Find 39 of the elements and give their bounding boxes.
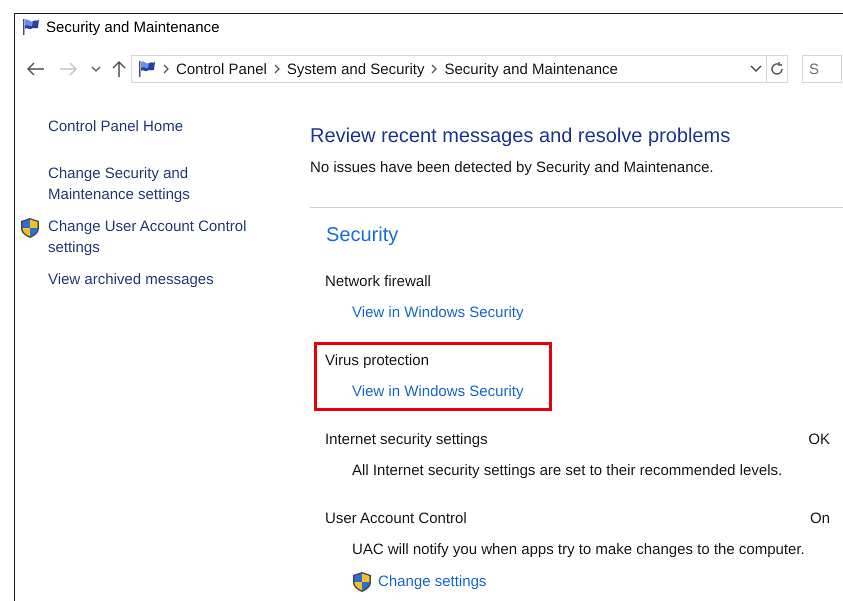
flag-icon (20, 18, 40, 36)
breadcrumb[interactable]: System and Security (286, 60, 424, 78)
item-description: UAC will notify you when apps try to make changes to the computer. (352, 540, 806, 560)
item-link[interactable]: Change settings (352, 571, 486, 593)
item-title: Virus protection (325, 351, 429, 371)
sidebar-link[interactable]: Change Security and Maintenance settings (15, 163, 310, 205)
section-title: Security (326, 223, 400, 248)
shield-icon (352, 571, 372, 593)
chevron-right-icon (272, 64, 281, 74)
chevron-down-icon (91, 66, 101, 72)
item-status: OK (808, 430, 830, 450)
sidebar-link[interactable]: Control Panel Home (15, 116, 310, 137)
chevron-right-icon (430, 64, 438, 74)
item-link[interactable]: View in Windows Security (352, 382, 524, 402)
sidebar-link[interactable]: Change User Account Control settings (15, 216, 310, 258)
item-title: User Account Control (325, 509, 467, 529)
window-title: Security and Maintenance (46, 18, 220, 36)
forward-arrow-icon (59, 62, 77, 76)
flag-icon (136, 60, 156, 78)
breadcrumb[interactable]: Control Panel (176, 60, 267, 78)
item-description: All Internet security settings are set to their recommended levels. (352, 461, 784, 481)
back-arrow-icon (27, 62, 45, 76)
address-bar[interactable]: Control Panel System and Security Security and Maintenance (131, 55, 767, 83)
refresh-icon (769, 61, 785, 77)
page-heading: Review recent messages and resolve problems (310, 124, 732, 149)
breadcrumb[interactable]: Security and Maintenance (444, 60, 618, 78)
search-field[interactable]: S (802, 55, 842, 83)
sidebar-link[interactable]: View archived messages (15, 269, 310, 290)
shield-icon (20, 217, 40, 239)
chevron-right-icon (162, 64, 170, 74)
dropdown-icon[interactable] (750, 65, 762, 73)
item-status: On (810, 509, 830, 529)
item-title: Internet security settings (325, 430, 488, 450)
item-link[interactable]: View in Windows Security (352, 303, 524, 323)
item-title: Network firewall (325, 272, 431, 292)
refresh-button[interactable] (766, 55, 788, 83)
up-button[interactable] (111, 58, 127, 80)
up-arrow-icon (112, 60, 126, 78)
status-message: No issues have been detected by Security and Maintenance. (310, 158, 715, 178)
